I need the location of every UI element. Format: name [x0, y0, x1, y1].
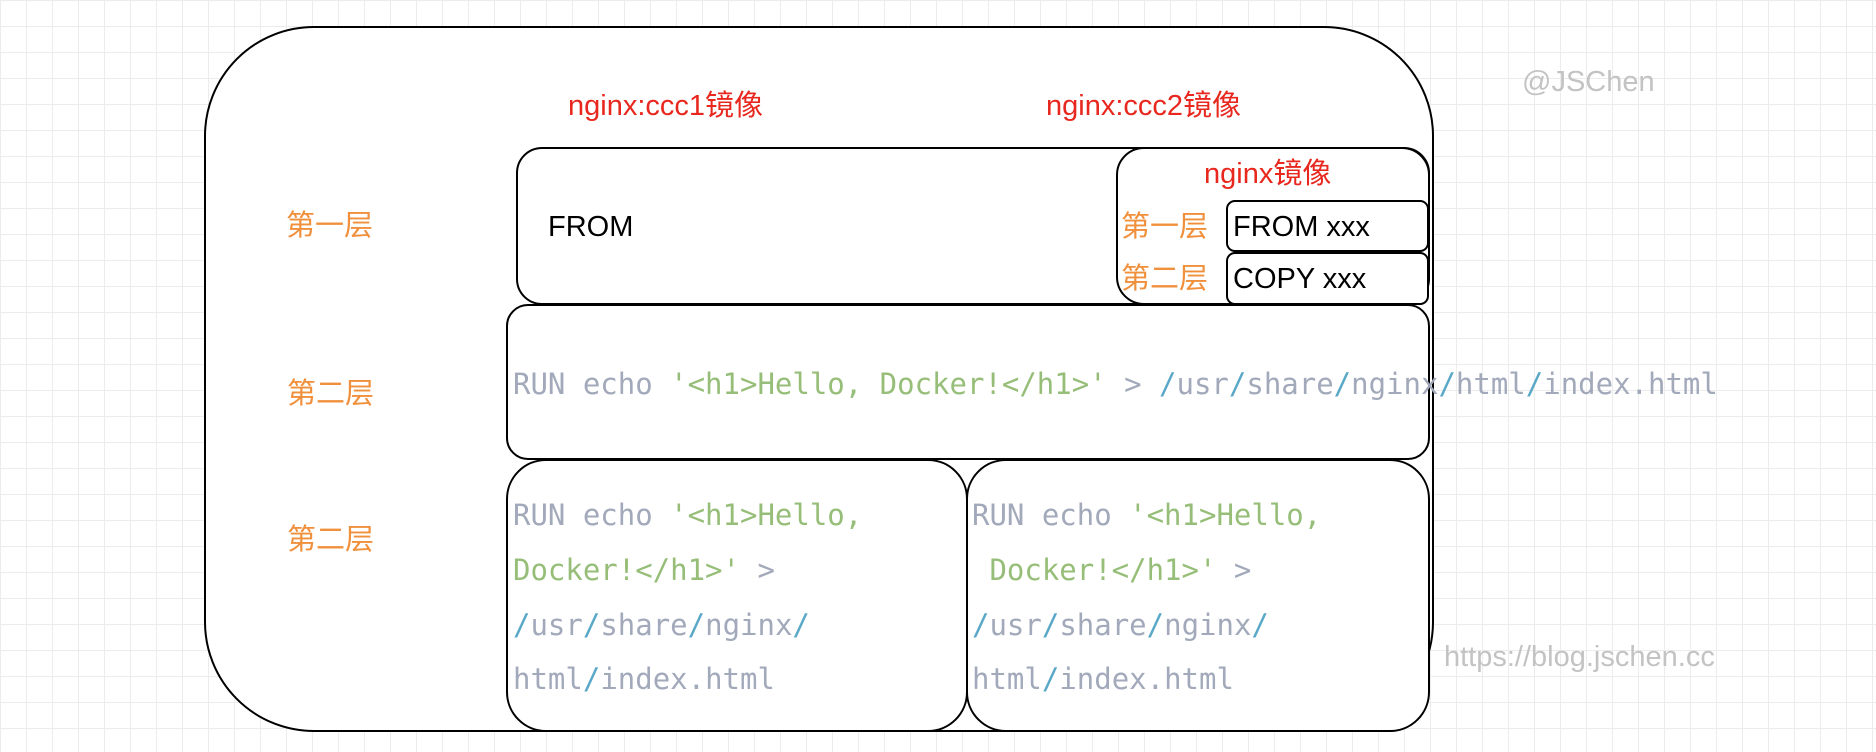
ccc1-image-title: nginx:ccc1镜像	[568, 90, 764, 122]
path-share: share	[1059, 608, 1147, 642]
path-separator: /	[582, 662, 601, 696]
path-html: html	[1455, 367, 1526, 401]
redirect-symbol: >	[739, 553, 775, 587]
author-watermark: @JSChen	[1522, 66, 1655, 98]
right-run-line-3: /usr/share/nginx/	[972, 611, 1269, 640]
url-watermark: https://blog.jschen.cc	[1444, 641, 1715, 673]
path-separator: /	[513, 608, 531, 642]
run-keyword: RUN echo	[513, 498, 671, 532]
path-separator: /	[1251, 608, 1269, 642]
path-separator: /	[1159, 367, 1177, 401]
layer-label-3: 第二层	[287, 524, 375, 556]
path-separator: /	[582, 608, 601, 642]
path-usr: usr	[989, 608, 1042, 642]
right-run-line-4: html/index.html	[972, 665, 1234, 694]
layer-label-1: 第一层	[286, 210, 374, 242]
echo-string: '<h1>Hello,	[1129, 498, 1322, 532]
path-nginx: nginx	[705, 608, 793, 642]
echo-string: Docker!</h1>'	[972, 553, 1217, 587]
path-usr: usr	[530, 608, 583, 642]
path-separator: /	[1333, 367, 1352, 401]
path-separator: /	[792, 608, 810, 642]
path-html: html	[513, 662, 583, 696]
nginx-layer-label-1: 第一层	[1121, 211, 1209, 243]
right-run-line-2: Docker!</h1>' >	[972, 556, 1251, 585]
nginx-layer-label-2: 第二层	[1121, 263, 1209, 295]
left-run-line-4: html/index.html	[513, 665, 775, 694]
path-separator: /	[1041, 608, 1060, 642]
path-file: index.html	[1059, 662, 1234, 696]
layer-label-2: 第二层	[287, 378, 375, 410]
path-separator: /	[1041, 662, 1060, 696]
path-share: share	[1246, 367, 1334, 401]
path-separator: /	[1228, 367, 1247, 401]
path-separator: /	[1438, 367, 1456, 401]
shared-run-command: RUN echo '<h1>Hello, Docker!</h1>' > /us…	[513, 370, 1718, 399]
left-run-line-1: RUN echo '<h1>Hello,	[513, 501, 862, 530]
path-file: index.html	[600, 662, 775, 696]
right-run-line-1: RUN echo '<h1>Hello,	[972, 501, 1321, 530]
left-run-line-2: Docker!</h1>' >	[513, 556, 775, 585]
run-keyword: RUN echo	[513, 367, 671, 401]
from-text: FROM	[548, 211, 634, 243]
path-nginx: nginx	[1351, 367, 1439, 401]
left-run-line-3: /usr/share/nginx/	[513, 611, 810, 640]
run-keyword: RUN echo	[972, 498, 1130, 532]
nginx-copy-text: COPY xxx	[1233, 263, 1367, 295]
path-separator: /	[1146, 608, 1165, 642]
nginx-from-text: FROM xxx	[1233, 211, 1370, 243]
redirect-symbol: >	[1106, 367, 1160, 401]
path-separator: /	[687, 608, 706, 642]
path-usr: usr	[1176, 367, 1229, 401]
path-file: index.html	[1543, 367, 1718, 401]
path-separator: /	[1525, 367, 1544, 401]
path-html: html	[972, 662, 1042, 696]
nginx-image-title: nginx镜像	[1204, 158, 1332, 190]
echo-string: '<h1>Hello, Docker!</h1>'	[670, 367, 1107, 401]
echo-string: Docker!</h1>'	[513, 553, 740, 587]
echo-string: '<h1>Hello,	[670, 498, 863, 532]
ccc2-image-title: nginx:ccc2镜像	[1046, 90, 1242, 122]
path-separator: /	[972, 608, 990, 642]
path-share: share	[600, 608, 688, 642]
redirect-symbol: >	[1216, 553, 1252, 587]
path-nginx: nginx	[1164, 608, 1252, 642]
